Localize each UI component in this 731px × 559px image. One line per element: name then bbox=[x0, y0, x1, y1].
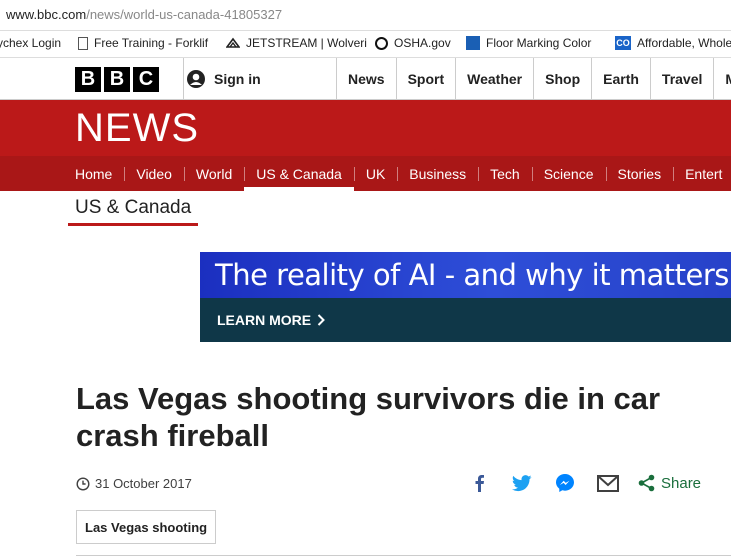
sub-nav-business[interactable]: Business bbox=[397, 156, 478, 191]
ad-learn-more-button[interactable]: LEARN MORE bbox=[217, 312, 326, 328]
document-icon bbox=[78, 36, 88, 50]
ad-bottom: LEARN MORE bbox=[200, 298, 731, 342]
facebook-icon[interactable] bbox=[468, 472, 490, 494]
sub-nav-video[interactable]: Video bbox=[124, 156, 184, 191]
sub-nav-world[interactable]: World bbox=[183, 156, 244, 191]
bookmark-label: Free Training - Forklif bbox=[94, 36, 209, 50]
top-nav-travel[interactable]: Travel bbox=[649, 58, 713, 99]
sub-nav-entertainment[interactable]: Entert bbox=[673, 156, 731, 191]
news-sub-nav: Home Video World US & Canada UK Business… bbox=[0, 156, 731, 191]
bookmark-label: JETSTREAM | Wolveri bbox=[246, 36, 367, 50]
sub-nav-tech[interactable]: Tech bbox=[478, 156, 532, 191]
top-nav-shop[interactable]: Shop bbox=[533, 58, 591, 99]
sub-nav-uk[interactable]: UK bbox=[353, 156, 397, 191]
co-icon: CO bbox=[615, 36, 631, 50]
bookmark-label: OSHA.gov bbox=[394, 36, 451, 50]
top-nav-earth[interactable]: Earth bbox=[591, 58, 650, 99]
bbc-logo-letter: B bbox=[75, 67, 101, 92]
email-icon[interactable] bbox=[597, 472, 619, 494]
share-icon bbox=[638, 474, 655, 492]
sub-nav-home[interactable]: Home bbox=[63, 156, 124, 191]
top-nav-sport[interactable]: Sport bbox=[395, 58, 456, 99]
ad-tagline: The reality of AI - and why it matters f… bbox=[215, 258, 731, 292]
bbc-logo-letter: C bbox=[133, 67, 159, 92]
address-url[interactable]: www.bbc.com/news/world-us-canada-4180532… bbox=[6, 7, 282, 22]
bookmark-osha[interactable]: OSHA.gov bbox=[375, 36, 451, 50]
twitter-icon[interactable] bbox=[511, 472, 533, 494]
url-domain: www.bbc.com bbox=[6, 7, 87, 22]
osha-icon bbox=[375, 36, 388, 50]
bookmarks-bar: ychex Login Free Training - Forklif JETS… bbox=[0, 31, 731, 58]
top-nav-more[interactable]: M bbox=[713, 58, 731, 99]
bookmark-free-training[interactable]: Free Training - Forklif bbox=[78, 36, 208, 50]
section-label[interactable]: US & Canada bbox=[68, 197, 199, 226]
article-headline: Las Vegas shooting survivors die in car … bbox=[76, 381, 661, 453]
bookmark-label: Floor Marking Color bbox=[486, 36, 592, 50]
sub-nav-us-canada[interactable]: US & Canada bbox=[244, 156, 354, 191]
signin-label: Sign in bbox=[214, 70, 261, 87]
bookmark-label: ychex Login bbox=[0, 36, 62, 50]
bookmark-floor-marking[interactable]: Floor Marking Color bbox=[466, 36, 591, 50]
bookmark-label: Affordable, Whole bbox=[637, 36, 731, 50]
address-bar[interactable]: www.bbc.com/news/world-us-canada-4180532… bbox=[0, 0, 731, 31]
bookmark-affordable[interactable]: CO Affordable, Whole bbox=[615, 36, 731, 50]
divider bbox=[76, 555, 731, 556]
floor-marking-icon bbox=[466, 36, 480, 50]
ad-cta-label: LEARN MORE bbox=[217, 312, 312, 328]
chevron-right-icon bbox=[317, 314, 326, 326]
topic-tag[interactable]: Las Vegas shooting bbox=[76, 510, 217, 544]
top-nav-news[interactable]: News bbox=[336, 58, 396, 99]
bookmark-paychex[interactable]: ychex Login bbox=[0, 36, 61, 50]
article-date: 31 October 2017 bbox=[76, 476, 192, 491]
ad-banner[interactable]: The reality of AI - and why it matters f… bbox=[200, 252, 731, 342]
top-nav-weather[interactable]: Weather bbox=[455, 58, 533, 99]
news-banner: NEWS bbox=[0, 100, 731, 156]
jetstream-icon bbox=[225, 36, 241, 50]
url-path: /news/world-us-canada-41805327 bbox=[86, 7, 283, 22]
signin-link[interactable]: Sign in bbox=[183, 58, 261, 99]
clock-icon bbox=[76, 476, 90, 491]
bbc-masthead: B B C Sign in News Sport Weather Shop Ea… bbox=[0, 58, 731, 100]
messenger-icon[interactable] bbox=[554, 472, 576, 494]
share-button[interactable]: Share bbox=[638, 474, 701, 492]
share-tools: Share bbox=[468, 472, 701, 494]
bookmark-jetstream[interactable]: JETSTREAM | Wolveri bbox=[225, 36, 367, 50]
share-label: Share bbox=[661, 474, 702, 492]
bbc-logo[interactable]: B B C bbox=[75, 67, 159, 92]
sub-nav-stories[interactable]: Stories bbox=[605, 156, 674, 191]
ad-top: The reality of AI - and why it matters f… bbox=[200, 252, 731, 298]
article-date-text: 31 October 2017 bbox=[95, 476, 192, 491]
bbc-top-nav: News Sport Weather Shop Earth Travel M bbox=[336, 58, 731, 99]
bbc-logo-letter: B bbox=[104, 67, 130, 92]
sub-nav-science[interactable]: Science bbox=[531, 156, 606, 191]
avatar-icon bbox=[187, 69, 205, 88]
news-title[interactable]: NEWS bbox=[75, 106, 199, 151]
